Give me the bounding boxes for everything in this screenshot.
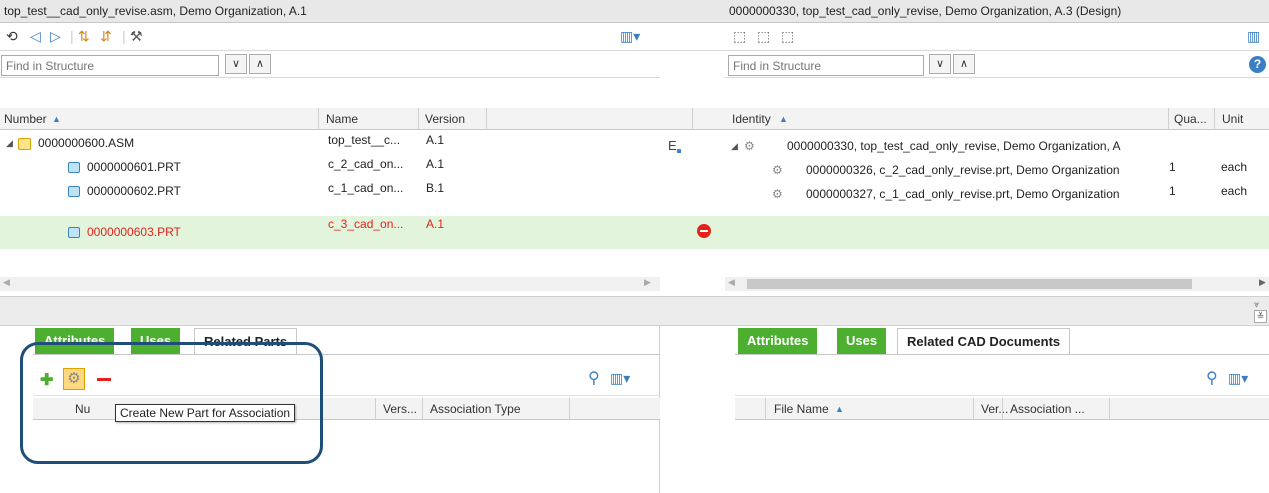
left-horizontal-scrollbar[interactable]: ◀ ▶	[0, 277, 660, 291]
column-version[interactable]: Vers...	[383, 402, 417, 416]
column-chooser-icon[interactable]: ▥	[1247, 29, 1260, 43]
next-icon[interactable]: ▷	[50, 29, 61, 43]
table-row[interactable]: ◢ 0000000600.ASM top_test__c... A.1	[0, 131, 486, 155]
chevron-down-icon[interactable]: ∨	[225, 54, 247, 74]
scroll-thumb[interactable]	[747, 279, 1192, 289]
chevron-down-icon[interactable]: ∨	[929, 54, 951, 74]
expand-icon[interactable]: ⇅	[78, 29, 90, 43]
assembly-icon	[18, 131, 31, 155]
callout-highlight-box	[20, 342, 323, 464]
column-chooser-icon[interactable]: ▥▾	[620, 29, 640, 43]
align-left-icon[interactable]: ⬚	[733, 29, 746, 43]
collapse-button-icon[interactable]: ≚	[1254, 310, 1267, 323]
table-row[interactable]: ◢ ⚙ 0000000330, top_test_cad_only_revise…	[725, 134, 1269, 158]
search-icon[interactable]: ⚲	[588, 368, 600, 388]
column-version[interactable]: Version	[425, 112, 465, 126]
right-find-input[interactable]	[728, 55, 924, 76]
compare-column-header	[660, 108, 725, 130]
tab-related-cad-documents[interactable]: Related CAD Documents	[897, 328, 1071, 354]
gear-icon: ⚙	[772, 187, 783, 201]
gear-icon: ⚙	[744, 139, 755, 153]
right-find-bar: ∨ ∧ ?	[725, 52, 1269, 78]
compare-toolbar	[660, 23, 725, 51]
column-chooser-icon[interactable]: ▥▾	[610, 370, 630, 387]
column-association-type[interactable]: Association Type	[430, 402, 521, 416]
left-column-header: Number ▲ Name Version	[0, 108, 660, 130]
related-cad-toolbar: ⚲ ▥▾	[735, 366, 1269, 396]
table-row[interactable]: ⚙ 0000000327, c_1_cad_only_revise.prt, D…	[725, 182, 1269, 206]
align-right-icon[interactable]: ⬚	[781, 29, 794, 43]
separator-icon: |	[70, 28, 74, 44]
table-row-highlighted[interactable]: 0000000603.PRT c_3_cad_on... A.1	[0, 216, 660, 249]
compare-link-icon: E■	[668, 138, 682, 156]
tab-uses-right[interactable]: Uses	[837, 328, 887, 354]
help-icon[interactable]: ?	[1249, 56, 1266, 73]
chevron-up-icon[interactable]: ∧	[953, 54, 975, 74]
column-quantity[interactable]: Qua...	[1174, 112, 1207, 126]
collapse-down-icon[interactable]: ⩔	[1254, 299, 1259, 310]
gear-icon: ⚙	[772, 163, 783, 177]
part-icon	[68, 179, 80, 203]
column-number[interactable]: Number	[4, 112, 47, 126]
chevron-up-icon[interactable]: ∧	[249, 54, 271, 74]
table-row-highlighted	[725, 216, 1269, 249]
previous-icon[interactable]: ◁	[30, 29, 41, 43]
column-file-name[interactable]: File Name	[774, 402, 829, 416]
expand-triangle-icon[interactable]: ◢	[731, 134, 738, 158]
separator-icon: |	[122, 28, 126, 44]
panel-divider: ⩔ ≚	[0, 296, 1269, 326]
sort-asc-icon: ▲	[835, 404, 844, 414]
column-version[interactable]: Ver...	[981, 402, 1008, 416]
compare-column-title	[660, 0, 725, 23]
part-icon	[68, 155, 80, 179]
sort-asc-icon: ▲	[52, 114, 61, 124]
left-find-bar: ∨ ∧	[0, 52, 660, 78]
remove-status-icon	[697, 224, 711, 238]
part-icon	[68, 216, 80, 249]
column-identity[interactable]: Identity	[732, 112, 771, 126]
column-chooser-icon[interactable]: ▥▾	[1228, 370, 1248, 387]
right-toolbar: ⬚ ⬚ ⬚ ▥	[725, 23, 1269, 51]
table-row[interactable]: 0000000601.PRT c_2_cad_on... A.1	[0, 155, 486, 179]
search-icon[interactable]: ⚲	[1206, 368, 1218, 388]
expand-triangle-icon[interactable]: ◢	[6, 131, 13, 155]
refresh-icon[interactable]: ⟲	[6, 29, 18, 43]
right-column-header: Identity ▲ Qua... Unit	[725, 108, 1269, 130]
left-find-input[interactable]	[1, 55, 219, 76]
left-panel-title: top_test__cad_only_revise.asm, Demo Orga…	[0, 0, 660, 23]
right-panel-title: 0000000330, top_test_cad_only_revise, De…	[725, 0, 1269, 23]
related-cad-column-header: File Name ▲ Ver... Association ...	[735, 398, 1269, 420]
align-icon[interactable]: ⬚	[757, 29, 770, 43]
sort-asc-icon: ▲	[779, 114, 788, 124]
structure-icon[interactable]: ⚒	[130, 29, 143, 43]
column-name[interactable]: Name	[326, 112, 358, 126]
table-row[interactable]: 0000000602.PRT c_1_cad_on... B.1	[0, 179, 486, 203]
left-toolbar: ⟲ ◁ ▷ | ⇅ ⇵ | ⚒ ▥▾	[0, 23, 660, 51]
column-unit[interactable]: Unit	[1222, 112, 1243, 126]
collapse-icon[interactable]: ⇵	[100, 29, 112, 43]
tab-attributes-right[interactable]: Attributes	[738, 328, 818, 354]
right-horizontal-scrollbar[interactable]: ◀ ▶	[725, 277, 1269, 291]
compare-row-highlighted	[660, 216, 725, 249]
table-row[interactable]: ⚙ 0000000326, c_2_cad_only_revise.prt, D…	[725, 158, 1269, 182]
column-association[interactable]: Association ...	[1010, 402, 1085, 416]
